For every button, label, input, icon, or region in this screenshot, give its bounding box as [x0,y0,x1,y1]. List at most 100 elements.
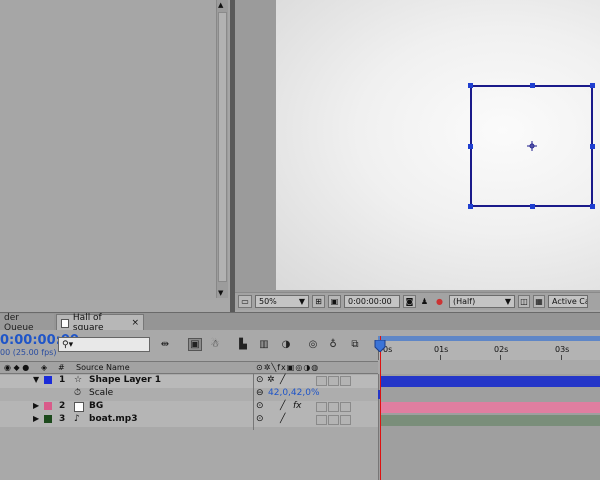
quality-switch-icon[interactable]: ╱ [280,375,285,385]
current-time-field[interactable]: 0:00:00:00 [344,295,400,308]
constrain-proportions-icon[interactable]: ⊖ [256,388,264,398]
scroll-up-icon[interactable]: ▲ [218,1,223,9]
transform-handle[interactable] [590,144,595,149]
scroll-down-icon[interactable]: ▼ [218,289,223,297]
layer-duration-bar[interactable] [380,402,600,413]
layer-number: 2 [59,401,66,411]
fx-switch-icon[interactable]: fx [293,401,302,411]
layer-number: 3 [59,414,66,424]
switch-box[interactable] [328,415,339,425]
tab-composition[interactable]: Hall of square × [56,313,144,333]
transform-handle[interactable] [530,83,535,88]
frame-blending-icon[interactable]: ▙ [236,338,250,351]
switch-box[interactable] [328,376,339,386]
audio-file-icon: ♪ [74,414,80,424]
layer-search-input[interactable]: ⚲▾ [58,337,150,352]
chevron-down-icon: ▼ [298,297,305,306]
layer-number: 1 [59,375,66,385]
close-icon[interactable]: × [131,318,139,328]
quality-switch-icon[interactable]: ╱ [280,414,285,424]
twirl-right-icon[interactable]: ▶ [33,401,39,410]
brainstorm-icon[interactable]: ◑ [279,338,293,351]
layer-name[interactable]: Shape Layer 1 [89,375,161,385]
twirl-down-icon[interactable]: ▼ [33,375,39,384]
tab-render-queue[interactable]: der Queue [0,313,54,333]
layer-row[interactable]: ▶ 3 ♪ boat.mp3 ⊙ ╱ [0,414,378,427]
always-preview-icon[interactable]: ▭ [238,295,252,308]
chevron-down-icon: ▼ [504,297,511,306]
channel-icon[interactable]: ● [433,295,446,308]
viewer-toolbar: ▭ 50% ▼ ⊞ ▣ 0:00:00:00 ◙ ♟ ● (Half) ▼ ◫ … [235,292,600,310]
motion-blur-icon[interactable]: ▥ [257,338,271,351]
transparency-grid-icon[interactable]: ▦ [533,295,545,308]
source-name-column[interactable]: Source Name [76,363,130,372]
switch-box[interactable] [328,402,339,412]
resolution-select[interactable]: (Half) ▼ [449,295,515,308]
label-column-icon: ◈ [41,363,48,372]
zoom-select[interactable]: 50% ▼ [255,295,309,308]
property-name: Scale [89,388,114,398]
region-of-interest-icon[interactable]: ◫ [518,295,530,308]
project-scrollbar[interactable]: ▲ ▼ [216,0,228,298]
solid-layer-icon [74,402,84,412]
timeline-track-area[interactable] [378,374,600,480]
ruler-label: 01s [434,345,449,354]
snapshot-icon[interactable]: ◙ [403,295,416,308]
timeline-tab-bar: der Queue Hall of square × [0,312,600,333]
label-color[interactable] [44,415,52,423]
layer-duration-bar[interactable] [380,376,600,387]
layer-row[interactable]: ▶ 2 BG ⊙ ╱ fx [0,401,378,414]
switch-box[interactable] [316,376,327,386]
playhead-handle-icon[interactable] [374,340,386,352]
composition-icon [61,318,69,328]
label-color[interactable] [44,376,52,384]
auto-keyframe-icon[interactable]: ◎ [306,338,320,351]
live-update-icon[interactable]: ♁ [326,338,340,351]
graph-editor-icon[interactable]: ⧉ [348,338,362,351]
layer-name[interactable]: boat.mp3 [89,414,138,424]
layer-duration-bar[interactable] [380,415,600,426]
scrollbar-thumb[interactable] [218,12,227,282]
shape-layer-icon: ☆ [74,375,83,385]
transform-handle[interactable] [590,204,595,209]
switch-box[interactable] [340,402,351,412]
shy-switch-icon[interactable]: ⊙ [256,401,264,411]
ruler-tick [561,355,562,360]
transform-handle[interactable] [468,144,473,149]
number-column: # [58,363,65,372]
playhead-line[interactable] [380,336,381,480]
safe-zones-icon[interactable]: ⊞ [312,295,325,308]
label-color[interactable] [44,402,52,410]
draft-3d-icon[interactable]: ▣ [188,338,202,351]
layer-row[interactable]: ▼ 1 ☆ Shape Layer 1 ⊙ ✲ ╱ [0,375,378,388]
switch-box[interactable] [316,402,327,412]
collapse-switch-icon[interactable]: ✲ [267,375,275,385]
search-icon: ⚲▾ [62,339,74,350]
switch-box[interactable] [316,415,327,425]
layer-name[interactable]: BG [89,401,103,411]
anchor-point-icon[interactable] [527,141,537,151]
switch-box[interactable] [340,415,351,425]
video-switch-icon: ◉ ◆ ● [4,363,30,372]
quality-switch-icon[interactable]: ╱ [280,401,285,411]
mask-visibility-icon[interactable]: ▣ [328,295,341,308]
frame-rate: 00 (25.00 fps) [0,348,57,357]
transform-handle[interactable] [590,83,595,88]
work-area-bar[interactable] [378,336,600,341]
property-row[interactable]: ⏱ Scale ⊖ 42,0,42,0% [0,388,378,401]
comp-mini-flowchart-icon[interactable]: ⇹ [158,338,172,351]
scale-value[interactable]: 42,0,42,0% [268,388,320,398]
viewer-time: 0:00:00:00 [348,297,392,306]
switch-box[interactable] [340,376,351,386]
transform-handle[interactable] [468,83,473,88]
transform-handle[interactable] [530,204,535,209]
project-panel [0,0,230,300]
twirl-right-icon[interactable]: ▶ [33,414,39,423]
show-snapshot-icon[interactable]: ♟ [419,295,430,308]
shy-switch-icon[interactable]: ⊙ [256,414,264,424]
hide-shy-layers-icon[interactable]: ☃ [208,338,222,351]
shy-switch-icon[interactable]: ⊙ [256,375,264,385]
camera-select[interactable]: Active Ca [548,295,588,308]
transform-handle[interactable] [468,204,473,209]
stopwatch-icon[interactable]: ⏱ [74,388,81,398]
